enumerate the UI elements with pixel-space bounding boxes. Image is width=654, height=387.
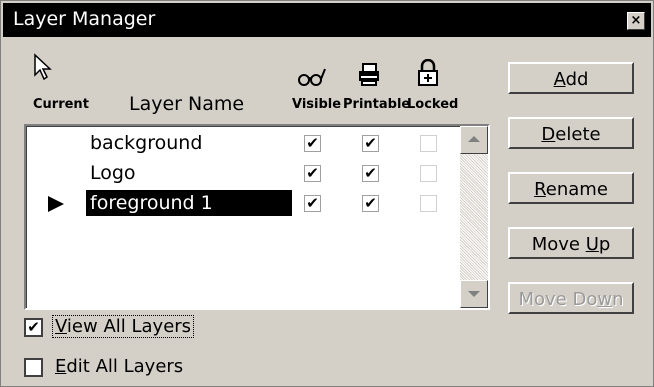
arrow-cursor-icon xyxy=(34,53,52,81)
locked-column-header: Locked xyxy=(407,97,459,112)
button-label-text: Move xyxy=(531,234,586,255)
move-down-button[interactable]: Move Down xyxy=(508,282,634,314)
vertical-scrollbar[interactable] xyxy=(460,126,488,308)
button-label-text: p xyxy=(598,234,611,255)
delete-button[interactable]: Delete xyxy=(508,117,634,149)
locked-checkbox[interactable] xyxy=(420,135,437,152)
visible-column-header: Visible xyxy=(292,97,342,112)
layer-name-column-header: Layer Name xyxy=(129,93,245,115)
edit-all-layers-checkbox[interactable] xyxy=(24,358,43,377)
visible-checkbox[interactable]: ✔ xyxy=(304,165,321,182)
rename-button[interactable]: Rename xyxy=(508,172,634,204)
printer-icon xyxy=(359,63,379,86)
layer-row[interactable]: foreground 1 ✔ ✔ xyxy=(26,190,456,216)
scroll-up-button[interactable] xyxy=(460,126,488,154)
layer-name[interactable]: background xyxy=(86,130,292,156)
visible-checkbox[interactable]: ✔ xyxy=(304,135,321,152)
locked-checkbox[interactable] xyxy=(420,195,437,212)
title-bar[interactable]: Layer Manager × xyxy=(3,3,651,37)
edit-all-layers-label[interactable]: Edit All Layers xyxy=(55,356,183,377)
locked-checkbox[interactable] xyxy=(420,165,437,182)
printable-checkbox[interactable]: ✔ xyxy=(362,165,379,182)
button-label-mnemonic: U xyxy=(585,234,599,255)
printable-checkbox[interactable]: ✔ xyxy=(362,195,379,212)
move-up-button[interactable]: Move Up xyxy=(508,227,634,259)
current-column-header: Current xyxy=(33,97,89,112)
add-button[interactable]: Add xyxy=(508,62,634,94)
window-title: Layer Manager xyxy=(13,8,156,30)
close-button[interactable]: × xyxy=(627,12,645,30)
layer-manager-dialog: Layer Manager × Current Layer Name Visib… xyxy=(0,0,654,387)
scroll-up-arrow-icon xyxy=(468,136,480,142)
button-label-text: ename xyxy=(545,179,608,200)
button-label-text: elete xyxy=(555,124,601,145)
edit-all-layers-label-text: dit All Layers xyxy=(66,356,184,377)
button-label-mnemonic: D xyxy=(541,124,556,145)
visible-checkbox[interactable]: ✔ xyxy=(304,195,321,212)
layer-row[interactable]: background ✔ ✔ xyxy=(26,130,456,156)
button-label-mnemonic: R xyxy=(534,179,546,200)
button-label-text: n xyxy=(612,289,624,310)
view-all-layers-label-text: iew All Layers xyxy=(66,316,192,337)
printable-column-header: Printable xyxy=(343,97,411,112)
button-label-mnemonic: w xyxy=(597,289,613,310)
view-all-layers-label[interactable]: View All Layers xyxy=(51,315,195,338)
layer-name[interactable]: Logo xyxy=(86,160,292,186)
printable-checkbox[interactable]: ✔ xyxy=(362,135,379,152)
scroll-down-button[interactable] xyxy=(460,280,488,308)
button-label-text: Move Do xyxy=(518,289,598,310)
scroll-down-arrow-icon xyxy=(468,291,480,297)
button-label-mnemonic: A xyxy=(553,69,566,90)
current-layer-marker-icon xyxy=(48,196,64,212)
padlock-icon xyxy=(418,59,438,86)
view-all-layers-mnemonic: V xyxy=(55,316,67,337)
glasses-icon xyxy=(298,68,326,86)
button-label-text: dd xyxy=(565,69,589,90)
layer-row[interactable]: Logo ✔ ✔ xyxy=(26,160,456,186)
view-all-layers-checkbox[interactable]: ✔ xyxy=(24,318,43,337)
layer-name[interactable]: foreground 1 xyxy=(86,190,292,216)
edit-all-layers-mnemonic: E xyxy=(55,356,67,377)
layer-list[interactable]: background ✔ ✔ Logo ✔ ✔ foreground 1 ✔ ✔ xyxy=(24,124,490,310)
